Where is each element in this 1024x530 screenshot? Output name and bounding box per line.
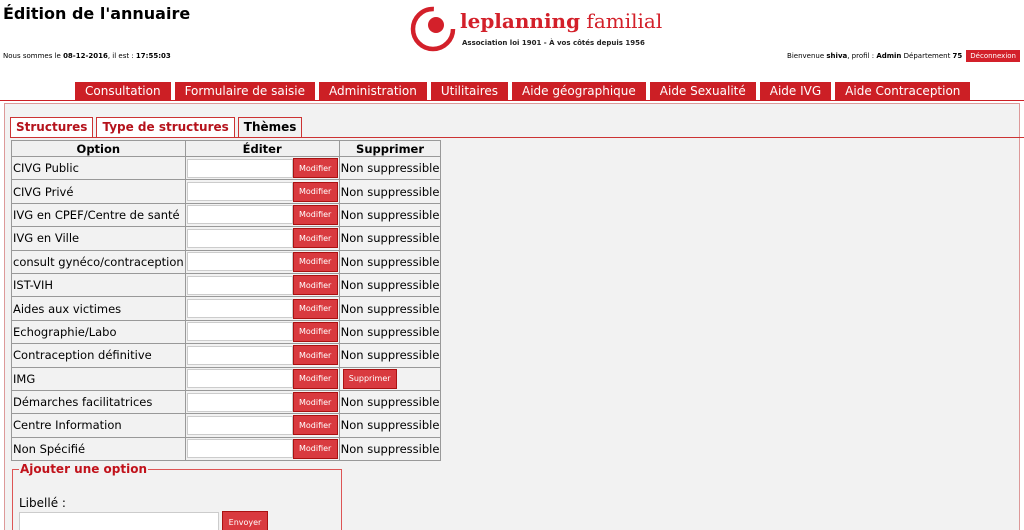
modify-button[interactable]: Modifier	[292, 298, 338, 319]
delete-button[interactable]: Supprimer	[342, 368, 397, 389]
menu-item-aide-g-ographique[interactable]: Aide géographique	[512, 82, 646, 101]
modify-button[interactable]: Modifier	[292, 204, 338, 225]
option-name: Aides aux victimes	[11, 296, 186, 321]
menu-item-aide-sexualit-[interactable]: Aide Sexualité	[649, 82, 756, 101]
logo-swirl-icon	[410, 6, 456, 52]
edit-option-input[interactable]	[186, 205, 293, 225]
modify-button[interactable]: Modifier	[292, 275, 338, 296]
current-date: 08-12-2016	[63, 52, 108, 60]
edit-option-input[interactable]	[186, 322, 293, 342]
table-row: CIVG Public Modifier Non suppressible	[11, 155, 442, 181]
user-info: Bienvenue shiva, profil : Admin Départem…	[787, 50, 1020, 62]
option-name: IST-VIH	[11, 272, 186, 298]
planning-familial-logo: leplanning familial Association loi 1901…	[408, 5, 662, 55]
modify-button[interactable]: Modifier	[292, 368, 338, 389]
table-row: Echographie/Labo Modifier Non suppressible	[11, 319, 442, 345]
table-row: Centre Information Modifier Non suppressib…	[11, 413, 442, 438]
edit-option-input[interactable]	[186, 275, 293, 295]
modify-button[interactable]: Modifier	[292, 345, 338, 366]
option-name: IVG en CPEF/Centre de santé	[11, 202, 186, 228]
current-time: 17:55:03	[135, 52, 171, 60]
logo-tagline: Association loi 1901 - À vos côtés depui…	[462, 39, 645, 47]
modify-button[interactable]: Modifier	[292, 438, 338, 459]
delete-status: Non suppressible	[338, 389, 442, 415]
edit-option-input[interactable]	[186, 392, 293, 412]
add-option-form: Ajouter une option Libellé : Envoyer	[12, 462, 342, 530]
table-row: IVG en CPEF/Centre de santé Modifier Non s…	[11, 202, 442, 228]
tab-structures[interactable]: Structures	[10, 117, 94, 138]
column-header-delete: Supprimer	[338, 140, 442, 157]
tab-th-mes[interactable]: Thèmes	[237, 117, 303, 138]
table-header-row: Option Éditer Supprimer	[11, 140, 442, 157]
table-row: Non Spécifié Modifier Non suppressible	[11, 436, 442, 462]
main-menu: Consultation Formulaire de saisie Administ…	[75, 82, 971, 101]
edit-option-input[interactable]	[186, 439, 293, 459]
edit-option-input[interactable]	[186, 415, 293, 435]
menu-item-aide-ivg[interactable]: Aide IVG	[759, 82, 832, 101]
option-name: consult gynéco/contraception	[11, 249, 186, 274]
table-row: Contraception définitive Modifier Non supp…	[11, 343, 442, 368]
option-name: Contraception définitive	[11, 343, 186, 368]
delete-status: Non suppressible	[338, 343, 442, 368]
modify-button[interactable]: Modifier	[292, 321, 338, 342]
logout-button[interactable]: Déconnexion	[966, 50, 1020, 62]
add-option-legend: Ajouter une option	[20, 462, 148, 476]
option-name: IMG	[11, 366, 186, 391]
delete-status: Non suppressible	[338, 296, 442, 321]
option-name: CIVG Privé	[11, 179, 186, 204]
tabs: Structures Type de structures Thèmes	[10, 117, 303, 138]
modify-button[interactable]: Modifier	[292, 228, 338, 249]
delete-status: Non suppressible	[338, 249, 442, 274]
edit-option-input[interactable]	[186, 182, 293, 202]
table-row: IST-VIH Modifier Non suppressible	[11, 272, 442, 298]
menu-item-aide-contraception[interactable]: Aide Contraception	[835, 82, 971, 101]
column-header-option: Option	[11, 140, 186, 157]
option-name: Non Spécifié	[11, 436, 186, 462]
submit-button[interactable]: Envoyer	[222, 511, 268, 530]
edit-option-input[interactable]	[186, 158, 293, 178]
modify-button[interactable]: Modifier	[292, 158, 338, 179]
modify-button[interactable]: Modifier	[292, 392, 338, 413]
page-title: Édition de l'annuaire	[3, 4, 191, 23]
edit-option-input[interactable]	[186, 252, 293, 272]
table-row: IVG en Ville Modifier Non suppressible	[11, 226, 442, 251]
delete-status: Non suppressible	[338, 413, 442, 438]
option-name: Centre Information	[11, 413, 186, 438]
delete-status: Non suppressible	[338, 226, 442, 251]
edit-option-input[interactable]	[186, 299, 293, 319]
tab-type-de-structures[interactable]: Type de structures	[96, 117, 235, 138]
datetime-line: Nous sommes le 08-12-2016, il est : 17:5…	[3, 52, 171, 60]
table-row: Aides aux victimes Modifier Non suppressib…	[11, 296, 442, 321]
delete-status: Non suppressible	[338, 272, 442, 298]
menu-item-consultation[interactable]: Consultation	[75, 82, 171, 101]
modify-button[interactable]: Modifier	[292, 181, 338, 202]
column-header-edit: Éditer	[184, 140, 340, 157]
option-name: CIVG Public	[11, 155, 186, 181]
delete-status: Non suppressible	[338, 202, 442, 228]
table-row: consult gynéco/contraception Modifier Non …	[11, 249, 442, 274]
delete-status: Non suppressible	[338, 319, 442, 345]
label-field-label: Libellé :	[19, 496, 66, 510]
delete-status: Non suppressible	[338, 179, 442, 204]
new-option-input[interactable]	[19, 512, 219, 530]
table-row: CIVG Privé Modifier Non suppressible	[11, 179, 442, 204]
menu-item-formulaire-de-saisie[interactable]: Formulaire de saisie	[174, 82, 316, 101]
themes-table: Option Éditer Supprimer CIVG Public Modif…	[11, 140, 442, 462]
edit-option-input[interactable]	[186, 228, 293, 248]
menu-divider	[0, 100, 1024, 101]
delete-status: Non suppressible	[338, 155, 442, 181]
delete-status: Non suppressible	[338, 436, 442, 462]
option-name: Démarches facilitatrices	[11, 389, 186, 415]
table-row: Démarches facilitatrices Modifier Non supp…	[11, 389, 442, 415]
menu-item-administration[interactable]: Administration	[319, 82, 427, 101]
modify-button[interactable]: Modifier	[292, 415, 338, 436]
table-row: IMG Modifier Supprimer	[11, 366, 442, 391]
option-name: Echographie/Labo	[11, 319, 186, 345]
menu-item-utilitaires[interactable]: Utilitaires	[430, 82, 509, 101]
edit-option-input[interactable]	[186, 345, 293, 365]
option-name: IVG en Ville	[11, 226, 186, 251]
modify-button[interactable]: Modifier	[292, 251, 338, 272]
tabs-divider	[10, 137, 1024, 138]
edit-option-input[interactable]	[186, 369, 293, 389]
